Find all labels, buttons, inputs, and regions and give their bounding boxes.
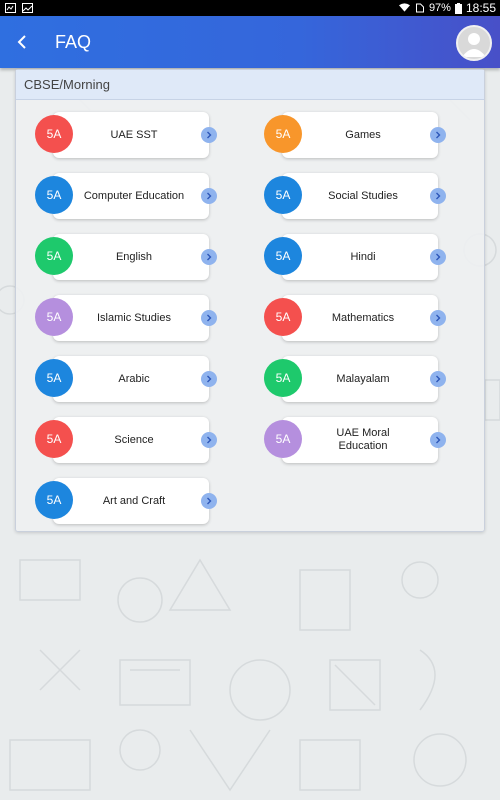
- subject-name: Art and Craft: [53, 478, 209, 524]
- subject-item[interactable]: Hindi 5A: [264, 234, 446, 280]
- chevron-right-icon[interactable]: [430, 371, 446, 387]
- chevron-right-icon[interactable]: [201, 493, 217, 509]
- chevron-right-icon[interactable]: [201, 432, 217, 448]
- class-badge: 5A: [264, 237, 302, 275]
- subject-name: Arabic: [53, 356, 209, 402]
- chevron-right-icon[interactable]: [201, 310, 217, 326]
- class-badge: 5A: [35, 481, 73, 519]
- chevron-right-icon[interactable]: [430, 249, 446, 265]
- chevron-right-icon[interactable]: [430, 432, 446, 448]
- user-avatar-icon: [462, 33, 486, 57]
- section-header: CBSE/Morning: [16, 70, 484, 100]
- subject-item[interactable]: Malayalam 5A: [264, 356, 446, 402]
- chevron-right-icon[interactable]: [201, 127, 217, 143]
- subject-name: English: [53, 234, 209, 280]
- app-bar: FAQ: [0, 16, 500, 68]
- page-title: FAQ: [55, 31, 92, 52]
- wifi-icon: [398, 3, 410, 12]
- chevron-right-icon[interactable]: [430, 127, 446, 143]
- subject-item[interactable]: Games 5A: [264, 112, 446, 158]
- subject-item[interactable]: Arabic 5A: [35, 356, 217, 402]
- subject-item[interactable]: Islamic Studies 5A: [35, 295, 217, 341]
- image-icon: [22, 3, 33, 13]
- subject-name: Islamic Studies: [53, 295, 209, 341]
- subject-item[interactable]: Computer Education 5A: [35, 173, 217, 219]
- subject-name: Hindi: [282, 234, 438, 280]
- subject-name: Games: [282, 112, 438, 158]
- chevron-right-icon[interactable]: [201, 371, 217, 387]
- subject-item[interactable]: UAE Moral Education 5A: [264, 417, 446, 463]
- back-arrow-icon: [17, 35, 26, 49]
- subject-item[interactable]: Mathematics 5A: [264, 295, 446, 341]
- subjects-card: CBSE/Morning UAE SST 5A Games 5A Computer Ed…: [15, 69, 485, 532]
- chevron-right-icon[interactable]: [201, 188, 217, 204]
- class-badge: 5A: [35, 176, 73, 214]
- clock: 18:55: [465, 1, 496, 15]
- notification-icon: [5, 3, 16, 13]
- subject-item[interactable]: UAE SST 5A: [35, 112, 217, 158]
- subject-item[interactable]: Social Studies 5A: [264, 173, 446, 219]
- class-badge: 5A: [264, 298, 302, 336]
- back-button[interactable]: [0, 16, 44, 68]
- subject-name: UAE Moral Education: [282, 417, 438, 463]
- subject-name: Computer Education: [53, 173, 209, 219]
- subject-name: Social Studies: [282, 173, 438, 219]
- subject-name: Malayalam: [282, 356, 438, 402]
- profile-avatar[interactable]: [456, 25, 492, 61]
- class-badge: 5A: [35, 115, 73, 153]
- chevron-right-icon[interactable]: [201, 249, 217, 265]
- class-badge: 5A: [35, 298, 73, 336]
- class-badge: 5A: [264, 115, 302, 153]
- subject-item[interactable]: Art and Craft 5A: [35, 478, 217, 524]
- status-bar: 97% 18:55: [0, 0, 500, 16]
- chevron-right-icon[interactable]: [430, 310, 446, 326]
- subject-item[interactable]: Science 5A: [35, 417, 217, 463]
- class-badge: 5A: [35, 237, 73, 275]
- class-badge: 5A: [35, 359, 73, 397]
- battery-percentage: 97%: [428, 2, 451, 14]
- class-badge: 5A: [264, 176, 302, 214]
- subject-name: UAE SST: [53, 112, 209, 158]
- class-badge: 5A: [35, 420, 73, 458]
- class-badge: 5A: [264, 420, 302, 458]
- class-badge: 5A: [264, 359, 302, 397]
- subject-name: Science: [53, 417, 209, 463]
- battery-icon: [454, 2, 462, 14]
- no-sim-icon: [415, 3, 424, 13]
- subject-name: Mathematics: [282, 295, 438, 341]
- subject-item[interactable]: English 5A: [35, 234, 217, 280]
- chevron-right-icon[interactable]: [430, 188, 446, 204]
